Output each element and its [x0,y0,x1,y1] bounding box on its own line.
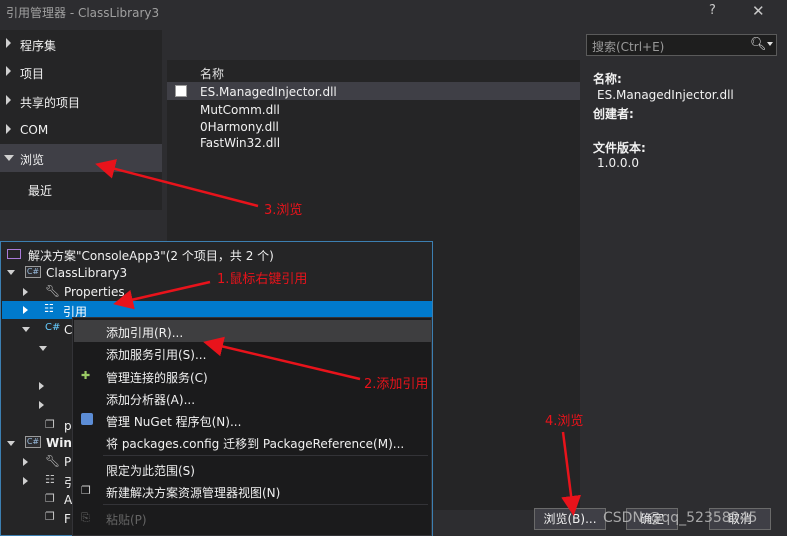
arrow-step1 [113,280,211,310]
arrow-step4 [561,431,582,516]
watermark: CSDN @qq_52358245 [603,510,758,526]
annotation-step1: 1.鼠标右键引用 [217,272,308,287]
annotation-arrows [95,159,582,516]
annotation-step4: 4.浏览 [545,414,584,429]
annotation-step3: 3.浏览 [264,203,303,218]
annotation-step2: 2.添加引用 [364,377,429,392]
arrow-step2 [203,336,361,381]
arrow-step3 [95,159,259,208]
